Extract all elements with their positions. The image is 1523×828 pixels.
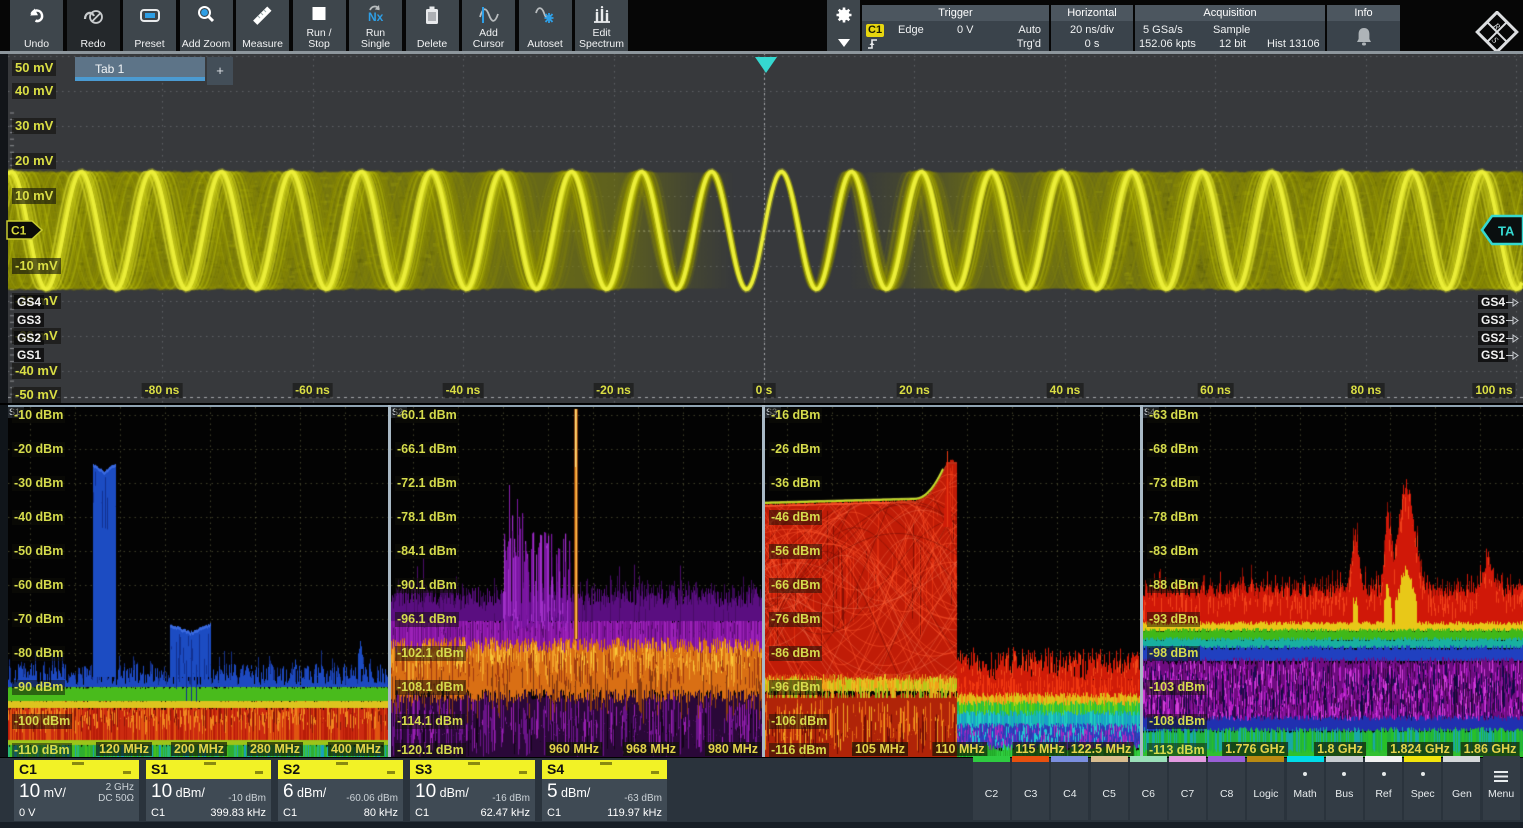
svg-text:TA: TA (1498, 224, 1515, 239)
svg-text:Nx: Nx (368, 10, 384, 24)
svg-text:C1: C1 (11, 224, 27, 238)
svg-text:R: R (1491, 20, 1503, 32)
